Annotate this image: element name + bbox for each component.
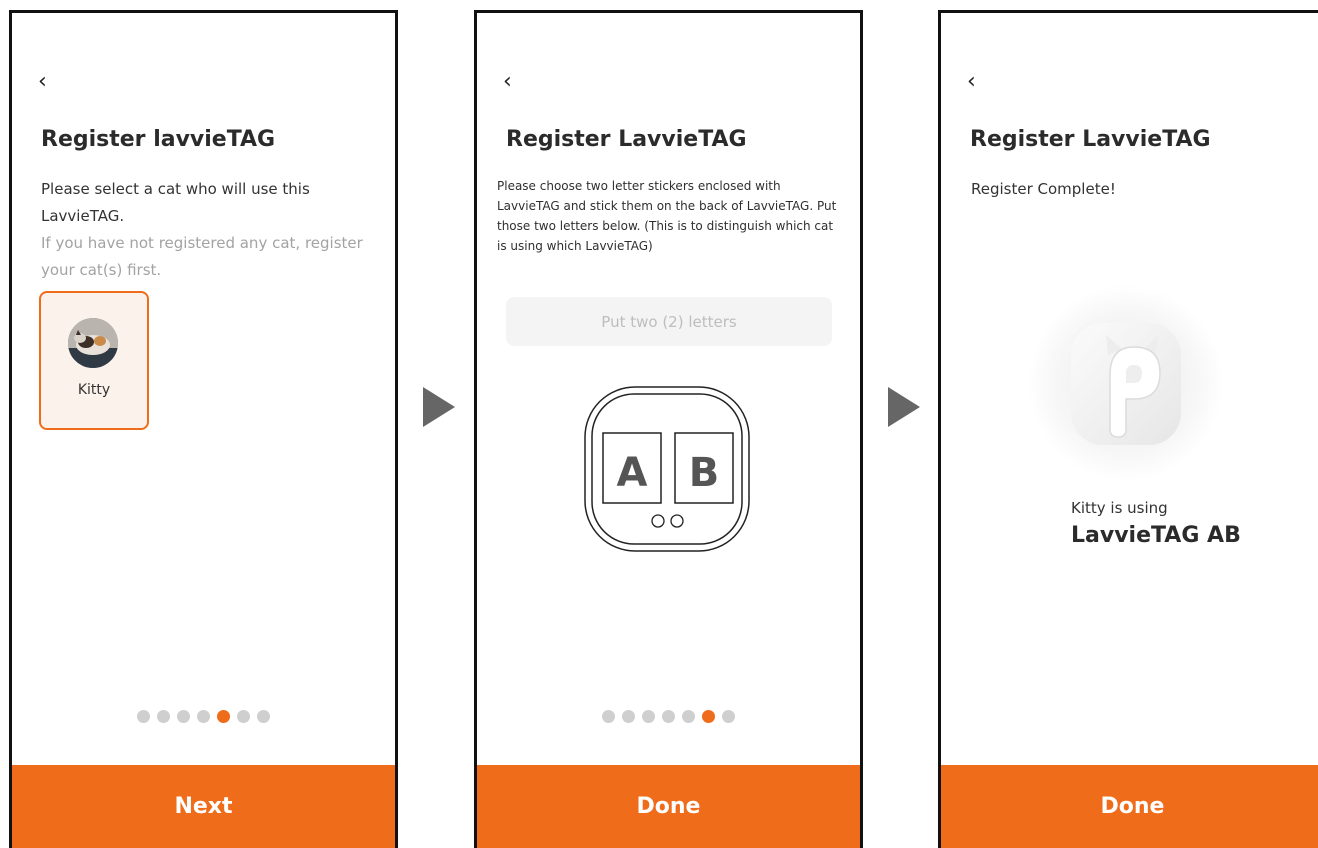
pagination-dot — [137, 710, 150, 723]
pagination-dots — [477, 710, 860, 723]
pagination-dots — [12, 710, 395, 723]
next-button[interactable]: Next — [12, 765, 395, 848]
cat-name: Kitty — [77, 382, 111, 398]
pagination-dot-active — [217, 710, 230, 723]
page-title: Register LavvieTAG — [970, 127, 1211, 152]
back-chevron-icon[interactable]: ‹ — [503, 71, 512, 93]
cat-card-kitty[interactable]: Kitty — [39, 291, 149, 430]
page-title: Register LavvieTAG — [506, 127, 747, 152]
flow-arrow-icon — [888, 387, 920, 427]
sticker-letter-b: B — [689, 450, 720, 496]
back-chevron-icon[interactable]: ‹ — [967, 71, 976, 93]
pagination-dot — [722, 710, 735, 723]
pagination-dot — [622, 710, 635, 723]
pagination-dot — [257, 710, 270, 723]
lavvie-logo-icon — [1028, 285, 1224, 481]
select-cat-screen: ‹ Register lavvieTAG Please select a cat… — [9, 10, 398, 848]
letters-input[interactable] — [506, 297, 832, 346]
done-button[interactable]: Done — [477, 765, 860, 848]
letter-sticker-screen: ‹ Register LavvieTAG Please choose two l… — [474, 10, 863, 848]
pagination-dot — [682, 710, 695, 723]
lavvietag-sticker-illustration: A B — [584, 386, 750, 552]
done-button[interactable]: Done — [941, 765, 1318, 848]
register-complete-screen: ‹ Register LavvieTAG Register Complete! … — [938, 10, 1318, 848]
instruction-text: Please select a cat who will use this La… — [41, 180, 310, 225]
complete-message: Register Complete! — [971, 180, 1116, 198]
back-chevron-icon[interactable]: ‹ — [38, 71, 47, 93]
pagination-dot — [662, 710, 675, 723]
using-text: Kitty is using — [1071, 499, 1168, 517]
pagination-dot — [237, 710, 250, 723]
pagination-dot — [642, 710, 655, 723]
pagination-dot — [177, 710, 190, 723]
cat-avatar — [68, 318, 118, 368]
hint-text: If you have not registered any cat, regi… — [41, 234, 363, 279]
pagination-dot-active — [702, 710, 715, 723]
pagination-dot — [602, 710, 615, 723]
flow-arrow-icon — [423, 387, 455, 427]
tag-name: LavvieTAG AB — [1071, 523, 1241, 548]
page-title: Register lavvieTAG — [41, 127, 276, 152]
pagination-dot — [197, 710, 210, 723]
instruction-text: Please choose two letter stickers enclos… — [497, 179, 837, 253]
sticker-letter-a: A — [617, 450, 648, 496]
pagination-dot — [157, 710, 170, 723]
